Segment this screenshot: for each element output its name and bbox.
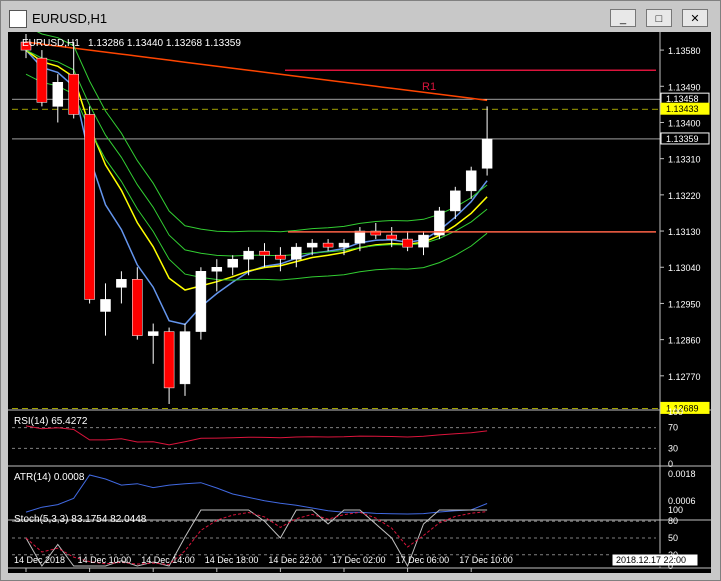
stoch-tick-label: 50	[668, 533, 678, 543]
candle-body	[52, 82, 64, 107]
candle-body	[147, 331, 159, 336]
y-tick-label: 1.12860	[668, 336, 701, 346]
candle-body	[481, 138, 493, 169]
rsi-tick-label: 0	[668, 459, 673, 469]
x-tick-label: 14 Dec 14:00	[141, 555, 195, 565]
candle-body	[322, 242, 334, 248]
y-tick-label: 1.13040	[668, 263, 701, 273]
band-lower-line	[25, 73, 488, 281]
x-tick-label: 17 Dec 02:00	[332, 555, 386, 565]
maximize-button[interactable]: □	[646, 9, 672, 27]
price-tag-label: 1.13433	[666, 104, 699, 114]
rsi-tick-label: 100	[668, 407, 683, 417]
chart-window-icon	[9, 10, 27, 28]
candle-body	[68, 73, 79, 115]
atr-tick-label: 0.0018	[668, 469, 696, 479]
candle-body	[418, 234, 429, 248]
y-tick-label: 1.13130	[668, 227, 701, 237]
x-tick-label: 14 Dec 18:00	[205, 555, 259, 565]
y-tick-label: 1.13220	[668, 191, 701, 201]
candle-body	[211, 266, 223, 272]
yellow-ma-line	[25, 49, 488, 291]
x-tick-label: 17 Dec 10:00	[459, 555, 513, 565]
y-tick-label: 1.13400	[668, 118, 701, 128]
stoch-tick-label: 80	[668, 516, 678, 526]
candle-body	[259, 250, 270, 256]
price-tag-label: 1.13359	[666, 134, 699, 144]
price-tag-label: 1.13458	[666, 94, 699, 104]
rsi-line	[25, 425, 488, 446]
candle-body	[386, 234, 397, 240]
candle-body	[116, 279, 127, 288]
candle-body	[100, 299, 111, 312]
minimize-button[interactable]: _	[610, 9, 636, 27]
ohlc-label: 1.13286 1.13440 1.13268 1.13359	[88, 38, 241, 49]
candle-body	[227, 258, 238, 268]
x-tick-label: 17 Dec 06:00	[396, 555, 450, 565]
y-tick-label: 1.13580	[668, 46, 701, 56]
candle-body	[450, 190, 461, 212]
stoch-tick-label: 0	[668, 561, 673, 571]
y-tick-label: 1.12950	[668, 299, 701, 309]
chart-svg: 1.134581.134331.133591.126892018.12.17 2…	[8, 25, 711, 572]
rsi-title: RSI(14) 65.4272	[14, 416, 88, 427]
x-tick-label: 14 Dec 22:00	[268, 555, 322, 565]
y-tick-label: 1.13490	[668, 82, 701, 92]
candle-body	[354, 230, 366, 244]
close-button[interactable]: ✕	[682, 9, 708, 27]
candle-body	[338, 242, 350, 248]
candle-body	[291, 246, 302, 260]
y-tick-label: 1.13310	[668, 155, 701, 165]
candle-body	[243, 250, 254, 260]
window-title: EURUSD,H1	[32, 11, 108, 26]
x-tick-label: 14 Dec 2018	[14, 555, 65, 565]
candle-body	[132, 279, 143, 336]
stoch-tick-label: 100	[668, 505, 683, 515]
resistance-label: R1	[422, 81, 436, 93]
candle-body	[179, 331, 191, 385]
title-bar[interactable]: EURUSD,H1 _ □ ✕	[1, 1, 720, 33]
x-tick-label: 14 Dec 10:00	[78, 555, 132, 565]
chart-area[interactable]: 1.13458 1.13433 1.13359 1.12689 2018.12.17 2…	[8, 25, 711, 573]
stoch-title: Stoch(5,3,3) 83.1754 82.0448	[14, 514, 147, 525]
band-middle-line	[25, 49, 488, 257]
candle-body	[402, 238, 413, 248]
atr-line	[25, 474, 488, 515]
band-upper-line	[25, 25, 488, 233]
y-tick-label: 1.12770	[668, 372, 701, 382]
candle-body	[163, 331, 175, 389]
candle-body	[306, 242, 318, 248]
stoch-tick-label: 20	[668, 550, 678, 560]
candle-body	[84, 114, 95, 300]
main-chart-title: EURUSD,H1	[22, 38, 80, 49]
rsi-tick-label: 30	[668, 443, 678, 453]
candle-body	[275, 254, 286, 260]
candle-body	[36, 57, 48, 103]
candle-body	[465, 170, 477, 192]
rsi-tick-label: 70	[668, 423, 678, 433]
candle-body	[195, 271, 207, 332]
atr-title: ATR(14) 0.0008	[14, 472, 85, 483]
